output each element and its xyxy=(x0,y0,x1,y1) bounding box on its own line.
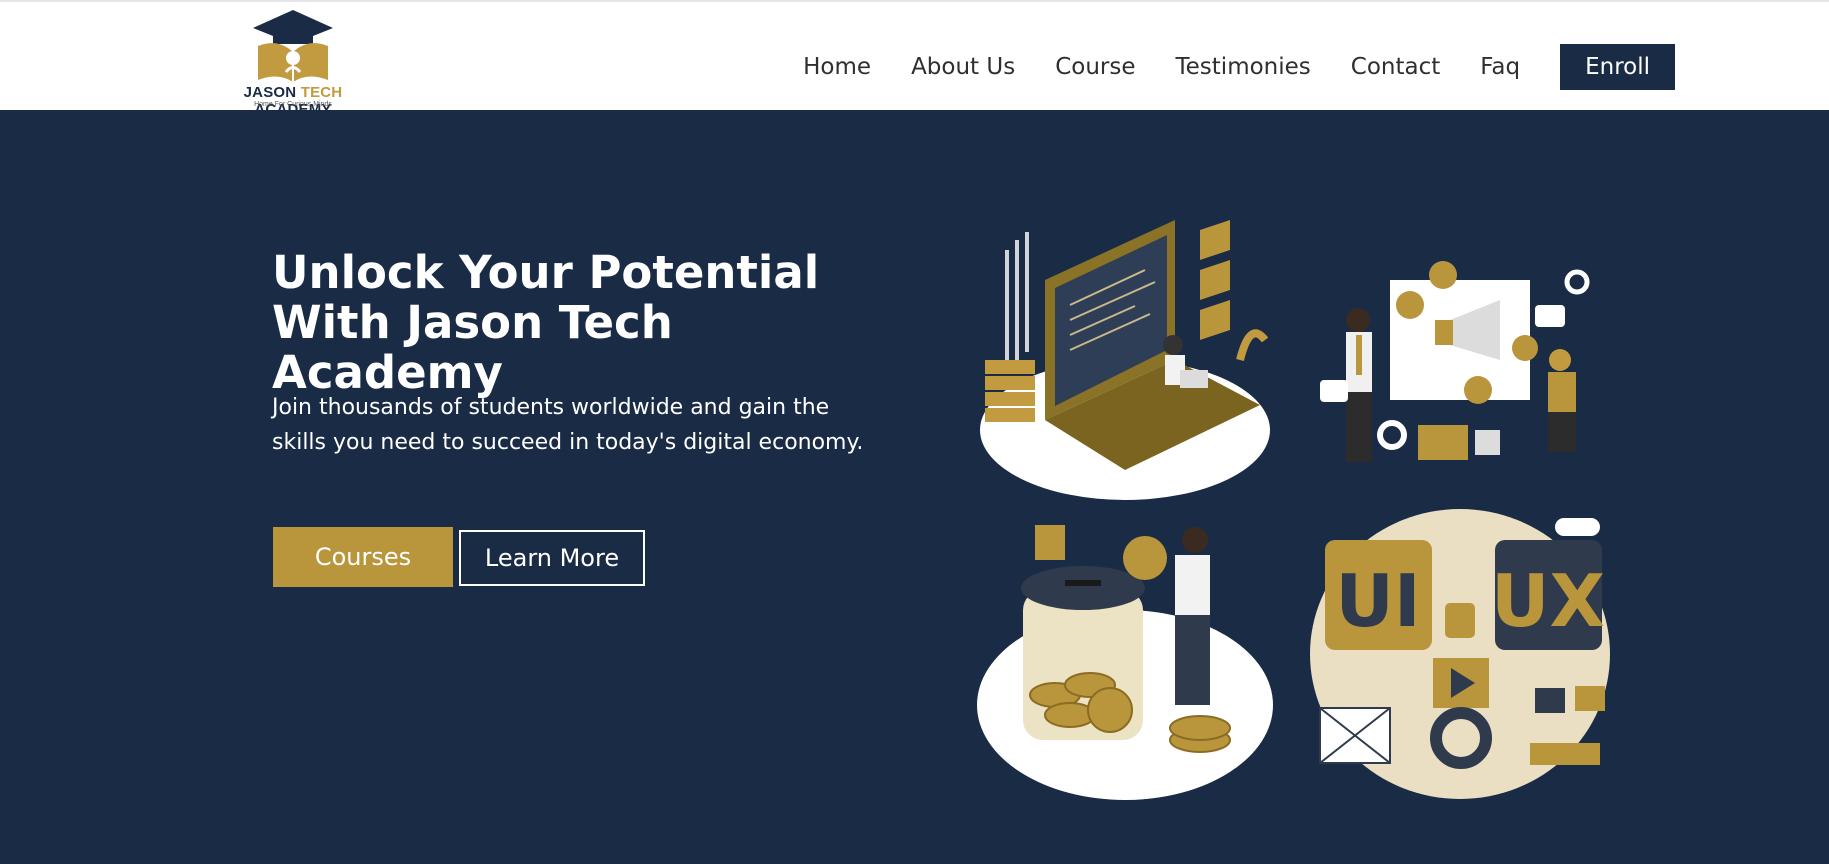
main-nav: Home About Us Course Testimonies Contact… xyxy=(763,43,1675,91)
site-header: JASON TECH ACADEMY Home For Curious Mind… xyxy=(0,0,1829,118)
enroll-button[interactable]: Enroll xyxy=(1560,44,1675,90)
hero-subtitle: Join thousands of students worldwide and… xyxy=(272,395,864,455)
learn-more-button[interactable]: Learn More xyxy=(459,530,645,586)
ui-label: UI xyxy=(1335,559,1420,643)
logo-tagline: Home For Curious Minds xyxy=(254,101,332,108)
hero-title: Unlock Your Potential With Jason Tech Ac… xyxy=(272,246,820,399)
hero-section: Unlock Your Potential With Jason Tech Ac… xyxy=(0,110,1829,864)
nav-faq[interactable]: Faq xyxy=(1480,54,1520,80)
nav-course[interactable]: Course xyxy=(1055,54,1135,80)
site-logo[interactable]: JASON TECH ACADEMY Home For Curious Mind… xyxy=(208,8,378,118)
ux-label: UX xyxy=(1491,559,1605,643)
coding-laptop-illustration xyxy=(980,220,1270,500)
social-media-illustration xyxy=(1320,261,1590,462)
nav-testimonies[interactable]: Testimonies xyxy=(1176,54,1311,80)
graduation-cap-icon xyxy=(253,10,333,82)
savings-jar-illustration xyxy=(977,525,1273,800)
ui-ux-illustration: UI UX xyxy=(1310,509,1610,799)
nav-about-us[interactable]: About Us xyxy=(911,54,1015,80)
nav-contact[interactable]: Contact xyxy=(1351,54,1440,80)
nav-home[interactable]: Home xyxy=(803,54,871,80)
courses-button[interactable]: Courses xyxy=(273,527,453,587)
